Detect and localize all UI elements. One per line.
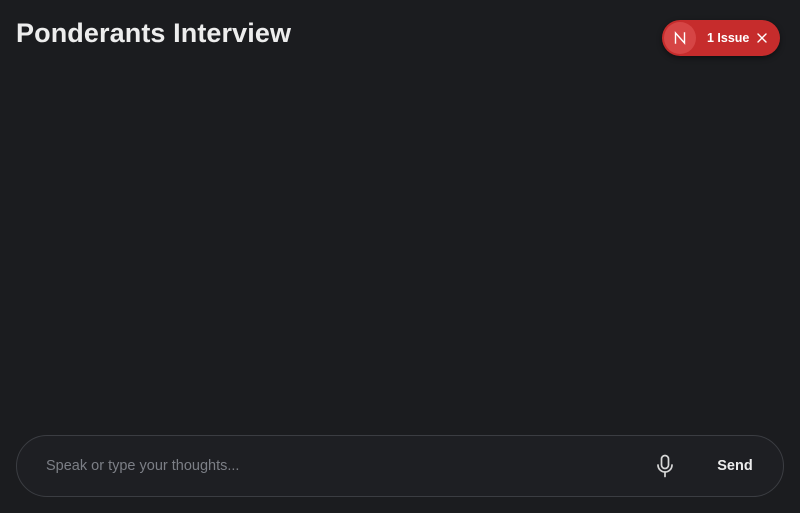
microphone-icon xyxy=(657,454,673,478)
next-logo-badge[interactable] xyxy=(664,22,696,54)
n-logo-icon xyxy=(674,31,686,45)
message-composer: Send xyxy=(16,435,784,497)
interview-app: Ponderants Interview 1 Issue Send xyxy=(0,0,800,513)
issue-count-label[interactable]: 1 Issue xyxy=(707,20,749,56)
issues-indicator[interactable]: 1 Issue xyxy=(662,20,780,56)
page-title: Ponderants Interview xyxy=(16,18,292,48)
thoughts-input[interactable] xyxy=(46,436,626,496)
close-issues-button[interactable] xyxy=(753,29,771,47)
close-icon xyxy=(757,33,767,43)
send-button[interactable]: Send xyxy=(705,448,765,484)
microphone-button[interactable] xyxy=(653,453,677,479)
